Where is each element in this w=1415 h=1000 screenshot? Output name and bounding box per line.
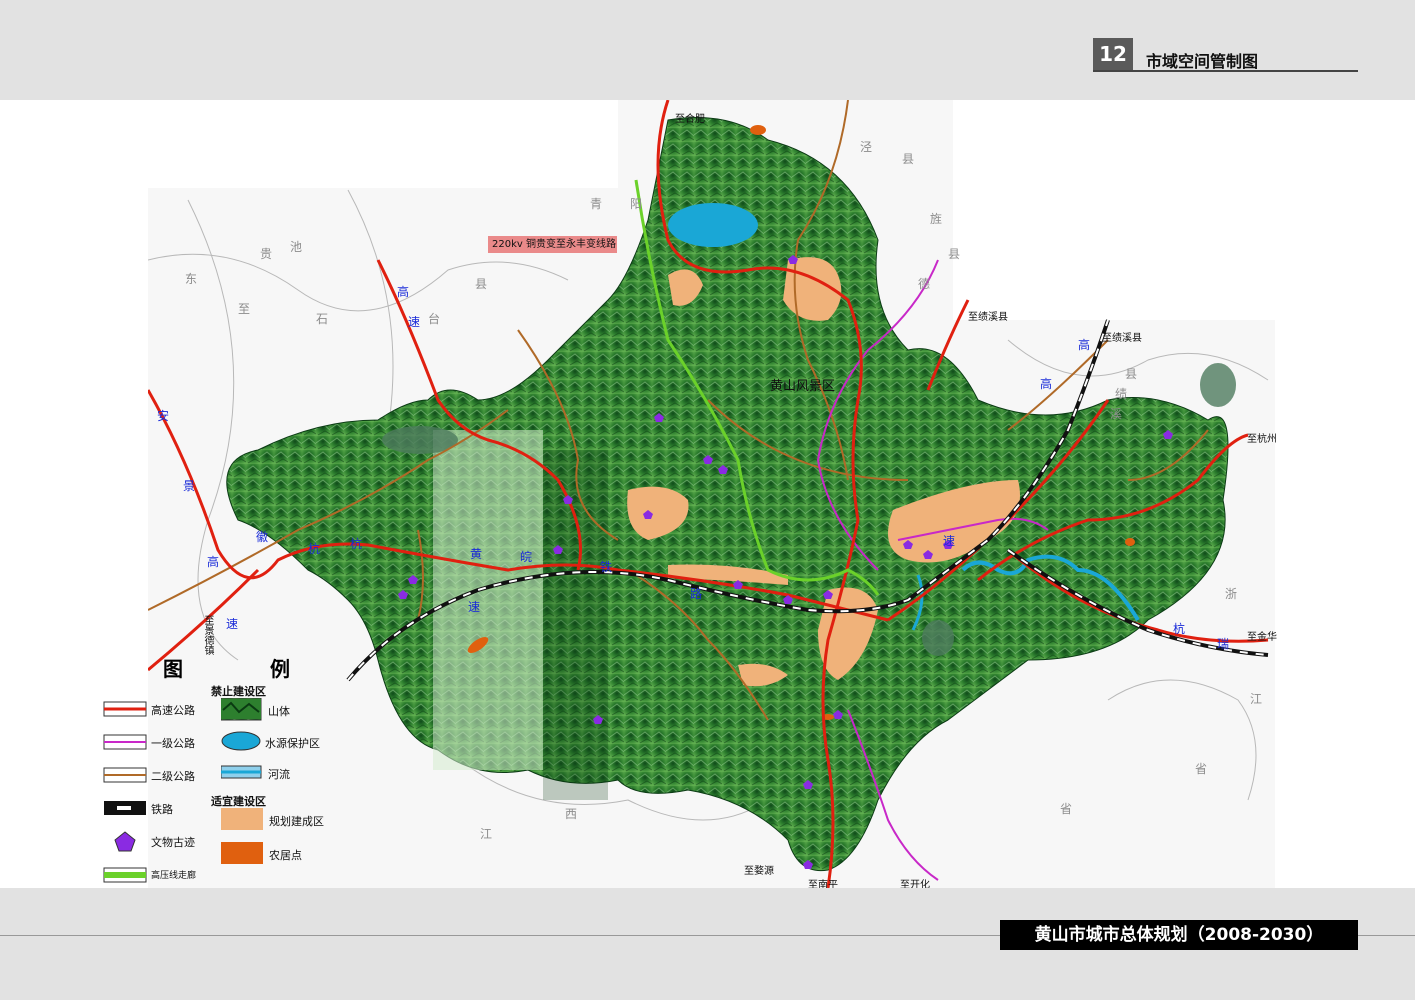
legend-relic: 文物古迹: [151, 836, 195, 849]
region-char: 西: [565, 807, 578, 821]
road-char: 速: [943, 534, 956, 548]
region-char: 德: [918, 277, 931, 291]
legend-forbidden-swatches: [221, 698, 262, 779]
road-char: 高: [397, 285, 410, 299]
legend-suitable-head: 适宜建设区: [211, 795, 266, 808]
legend-river: 河流: [268, 768, 290, 781]
legend-first-class: 一级公路: [151, 737, 195, 750]
dest-jinhua: 至金华: [1247, 632, 1277, 643]
region-char: 省: [1195, 762, 1208, 776]
legend-village: 农居点: [269, 849, 302, 862]
road-char: 路: [690, 587, 703, 601]
region-char: 东: [185, 272, 198, 286]
plan-title: 黄山市城市总体规划（2008-2030）: [1000, 920, 1358, 950]
taiping-lake: [668, 203, 758, 247]
dest-hefei: 至合肥: [675, 114, 705, 125]
road-char: 皖: [520, 550, 533, 564]
region-char: 阳: [630, 197, 643, 211]
road-char: 黄: [470, 547, 483, 561]
region-char: 池: [290, 240, 303, 254]
legend-corridor: 高压线走廊: [151, 871, 197, 881]
reserve-area-east: [1200, 363, 1236, 407]
road-char: 杭: [308, 542, 321, 556]
region-char: 县: [1125, 367, 1138, 381]
road-char: 高: [1078, 338, 1091, 352]
region-char: 石: [316, 312, 329, 326]
road-char: 徽: [256, 530, 269, 544]
road-char: 铁: [600, 560, 613, 574]
road-char: 高: [1040, 377, 1053, 391]
page-title: 市域空间管制图: [1146, 52, 1259, 71]
dest-hangzhou: 至杭州: [1247, 434, 1277, 445]
region-char: 溪: [1110, 407, 1123, 421]
region-char: 县: [475, 277, 488, 291]
region-char: 台: [428, 312, 441, 326]
dark-strip: [543, 450, 608, 800]
legend-railway: 铁路: [151, 803, 173, 816]
road-char: 杭: [1173, 622, 1186, 636]
road-char: 速: [226, 617, 239, 631]
region-char: 江: [1250, 692, 1263, 706]
region-char: 江: [480, 827, 493, 841]
dest-jingdezhen: 至景德镇: [202, 615, 213, 655]
reserve-area-south: [922, 620, 954, 656]
title-underline: [1093, 70, 1358, 72]
road-char: 杭: [350, 537, 363, 551]
power-line-callout: 220kv 铜贵变至永丰变线路: [488, 236, 617, 253]
road-char: 速: [408, 315, 421, 329]
region-char: 县: [902, 152, 915, 166]
region-char: 青: [590, 197, 603, 211]
dest-jixi-2: 至绩溪县: [1102, 333, 1142, 344]
legend-suitable-swatches: [221, 808, 263, 864]
region-char: 省: [1060, 802, 1073, 816]
page-number: 12: [1093, 38, 1133, 70]
region-char: 旌: [930, 212, 943, 226]
road-char: 安: [157, 409, 170, 423]
region-char: 泾: [860, 140, 873, 154]
region-char: 浙: [1225, 587, 1238, 601]
road-char: 高: [207, 555, 220, 569]
legend-expressway: 高速公路: [151, 704, 195, 717]
region-char: 贵: [260, 247, 273, 261]
region-char: 绩: [1115, 387, 1128, 401]
road-char: 速: [468, 600, 481, 614]
legend-line-swatches: [103, 701, 147, 883]
region-char: 县: [948, 247, 961, 261]
legend-forbidden-head: 禁止建设区: [211, 685, 266, 698]
region-char: 至: [238, 302, 251, 316]
scenic-area-label: 黄山风景区: [770, 379, 836, 394]
map-canvas: [148, 100, 1275, 888]
legend-built-area: 规划建成区: [269, 815, 324, 828]
road-char: 景: [183, 479, 196, 493]
road-char: 瑞: [1217, 637, 1230, 651]
dest-jixi-1: 至绩溪县: [968, 312, 1008, 323]
legend-title: 图 例: [163, 657, 330, 681]
legend-second-class: 二级公路: [151, 770, 195, 783]
legend-water-protect: 水源保护区: [265, 737, 320, 750]
dest-wuyuan: 至婺源: [744, 866, 774, 877]
legend-mountain: 山体: [268, 705, 290, 718]
